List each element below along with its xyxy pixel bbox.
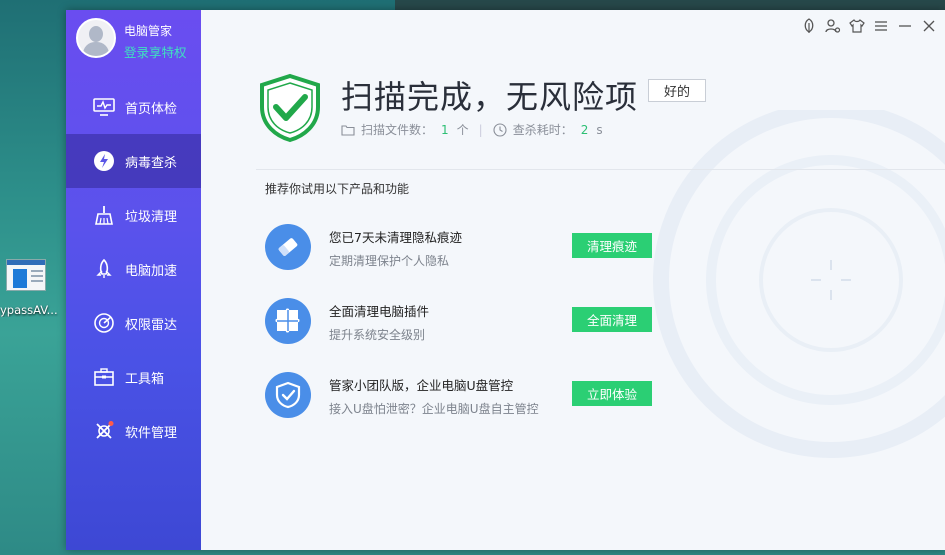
leaf-icon[interactable] xyxy=(799,16,819,36)
sidebar-item-home-check[interactable]: 首页体检 xyxy=(66,80,201,134)
sidebar-item-label: 病毒查杀 xyxy=(125,155,178,171)
folder-icon xyxy=(341,124,355,136)
bolt-icon xyxy=(92,149,116,173)
menu-icon[interactable] xyxy=(871,16,891,36)
sidebar-item-junk-clean[interactable]: 垃圾清理 xyxy=(66,188,201,242)
user-settings-icon[interactable] xyxy=(823,16,843,36)
stats-separator: | xyxy=(478,122,483,137)
recommend-item-subtitle: 定期清理保护个人隐私 xyxy=(329,254,450,268)
rocket-icon xyxy=(92,257,116,281)
titlebar-controls xyxy=(799,16,939,36)
sidebar-item-virus-scan[interactable]: 病毒查杀 xyxy=(66,134,201,188)
sidebar-item-label: 垃圾清理 xyxy=(125,209,178,225)
main-panel: 扫描完成，无风险项 好的 扫描文件数： 1 个 | 查杀耗时： 2 s 推荐你试… xyxy=(201,10,945,550)
broom-icon xyxy=(92,203,116,227)
radar-icon xyxy=(92,311,116,335)
apps-icon xyxy=(92,419,116,443)
files-unit: 个 xyxy=(456,123,469,137)
time-unit: s xyxy=(596,122,603,137)
background-radar-decoration xyxy=(653,110,945,458)
recommend-item-plugins: 全面清理电脑插件 提升系统安全级别 全面清理 xyxy=(265,295,665,349)
recommend-item-team-edition: 管家小团队版，企业电脑U盘管控 接入U盘怕泄密？企业电脑U盘自主管控 立即体验 xyxy=(265,369,665,423)
sidebar-item-speedup[interactable]: 电脑加速 xyxy=(66,242,201,296)
recommend-item-title: 管家小团队版，企业电脑U盘管控 xyxy=(329,378,514,393)
login-privilege-link[interactable]: 登录享特权 xyxy=(124,42,187,61)
sidebar-item-label: 电脑加速 xyxy=(125,263,178,279)
recommend-item-title: 全面清理电脑插件 xyxy=(329,304,430,319)
skin-icon[interactable] xyxy=(847,16,867,36)
desktop-shortcut[interactable]: ypassAV... xyxy=(0,255,62,325)
sidebar: 电脑管家 登录享特权 首页体检 病毒查杀 垃圾清理 电脑加速 权限雷达 工具箱 … xyxy=(66,10,201,550)
close-icon[interactable] xyxy=(919,16,939,36)
time-value: 2 xyxy=(580,122,589,137)
eraser-icon xyxy=(265,224,311,270)
avatar[interactable] xyxy=(76,18,116,58)
puzzle-icon xyxy=(265,298,311,344)
sidebar-nav: 首页体检 病毒查杀 垃圾清理 电脑加速 权限雷达 工具箱 软件管理 xyxy=(66,80,201,458)
shield-check-icon xyxy=(260,73,320,143)
app-window-icon xyxy=(6,259,46,291)
shield-check-icon xyxy=(265,372,311,418)
scan-result-headline: 扫描完成，无风险项 xyxy=(341,78,639,116)
minimize-icon[interactable] xyxy=(895,16,915,36)
sidebar-item-software-manage[interactable]: 软件管理 xyxy=(66,404,201,458)
sidebar-item-label: 首页体检 xyxy=(125,101,178,117)
desktop-shortcut-label: ypassAV... xyxy=(0,303,58,317)
app-window: 电脑管家 登录享特权 首页体检 病毒查杀 垃圾清理 电脑加速 权限雷达 工具箱 … xyxy=(66,10,945,550)
files-count: 1 xyxy=(441,122,449,137)
app-name: 电脑管家 xyxy=(124,24,173,38)
files-label: 扫描文件数： xyxy=(361,123,434,137)
scan-stats: 扫描文件数： 1 个 | 查杀耗时： 2 s xyxy=(341,121,603,138)
recommend-item-subtitle: 提升系统安全级别 xyxy=(329,328,426,342)
toolbox-icon xyxy=(92,365,116,389)
monitor-icon xyxy=(92,95,116,119)
sidebar-item-label: 权限雷达 xyxy=(125,317,178,333)
sidebar-item-permission-radar[interactable]: 权限雷达 xyxy=(66,296,201,350)
try-now-button[interactable]: 立即体验 xyxy=(572,381,652,406)
ok-button[interactable]: 好的 xyxy=(648,79,706,102)
full-clean-button[interactable]: 全面清理 xyxy=(572,307,652,332)
profile: 电脑管家 登录享特权 xyxy=(76,18,201,70)
sidebar-item-label: 工具箱 xyxy=(125,371,165,387)
section-divider xyxy=(256,169,945,170)
clock-icon xyxy=(493,122,507,137)
sidebar-item-label: 软件管理 xyxy=(125,425,178,441)
recommend-title: 推荐你试用以下产品和功能 xyxy=(265,182,410,196)
sidebar-item-toolbox[interactable]: 工具箱 xyxy=(66,350,201,404)
time-label: 查杀耗时： xyxy=(512,123,573,137)
recommend-item-title: 您已7天未清理隐私痕迹 xyxy=(329,230,462,245)
clean-traces-button[interactable]: 清理痕迹 xyxy=(572,233,652,258)
recommend-item-subtitle: 接入U盘怕泄密？企业电脑U盘自主管控 xyxy=(329,402,539,416)
recommend-item-privacy: 您已7天未清理隐私痕迹 定期清理保护个人隐私 清理痕迹 xyxy=(265,221,665,275)
